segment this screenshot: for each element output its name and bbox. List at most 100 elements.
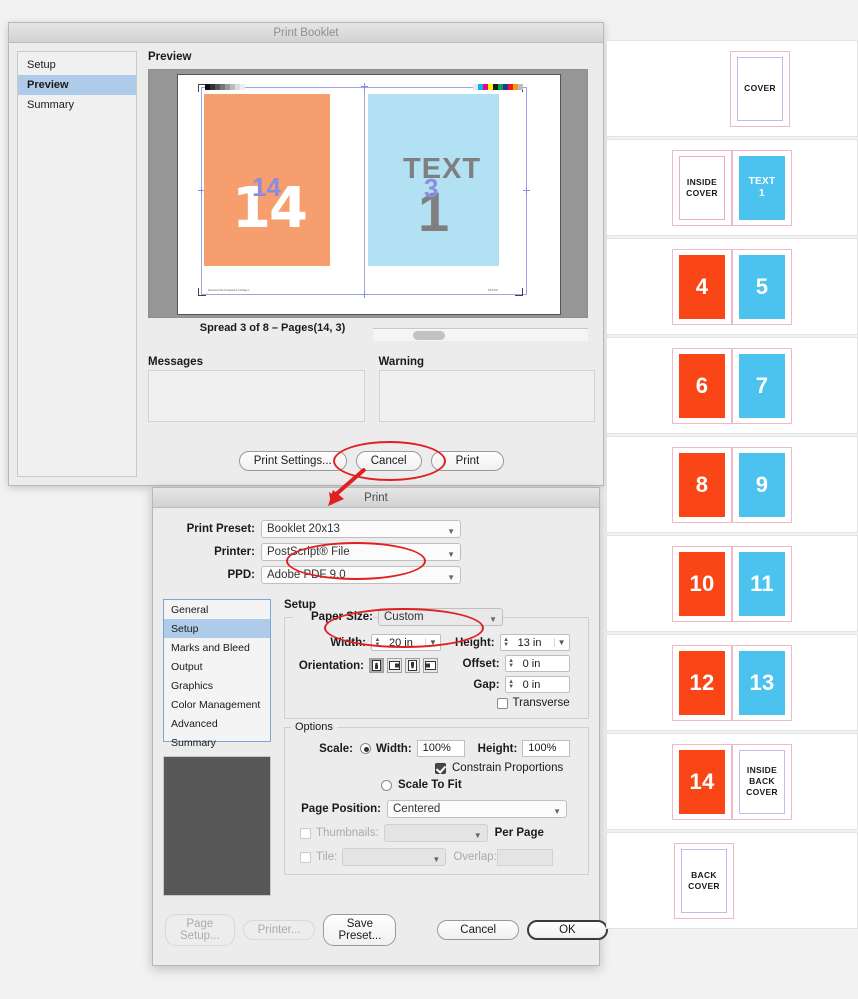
chevron-down-icon[interactable]: ▼: [554, 638, 569, 647]
spread-thumbnail[interactable]: 12 13: [672, 645, 792, 721]
spread-thumbnail[interactable]: 8 9: [672, 447, 792, 523]
print-nav-output[interactable]: Output: [164, 657, 270, 676]
spread-row[interactable]: 10 11: [606, 535, 858, 632]
gap-stepper[interactable]: ▲▼ 0 in: [505, 676, 570, 693]
paper-size-label: Paper Size:: [293, 611, 373, 623]
page-label: INSIDE COVER: [679, 156, 725, 220]
height-label: Height:: [455, 637, 495, 649]
spread-row[interactable]: COVER: [606, 40, 858, 137]
print-nav-color-management[interactable]: Color Management: [164, 695, 270, 714]
page-label: TEXT 1: [739, 156, 785, 220]
scale-to-fit-label: Scale To Fit: [398, 779, 462, 791]
printer-button[interactable]: Printer...: [243, 920, 316, 940]
booklet-nav-list[interactable]: Setup Preview Summary: [17, 51, 137, 477]
print-preset-select[interactable]: Booklet 20x13 ▼: [261, 520, 461, 538]
page-position-select[interactable]: Centered ▼: [387, 800, 567, 818]
print-nav-advanced[interactable]: Advanced: [164, 714, 270, 733]
booklet-cancel-button[interactable]: Cancel: [356, 451, 422, 471]
constrain-proportions-label: Constrain Proportions: [452, 762, 563, 774]
width-stepper[interactable]: ▲▼ 20 in ▼: [371, 634, 441, 651]
page-sheet: INSIDE COVER: [672, 150, 732, 226]
tile-select[interactable]: ▼: [342, 848, 446, 866]
ppd-row: PPD: Adobe PDF 9.0 ▼: [153, 566, 579, 584]
save-preset-button[interactable]: Save Preset...: [323, 914, 396, 946]
height-stepper[interactable]: ▲▼ 13 in ▼: [500, 634, 570, 651]
stepper-arrows-icon[interactable]: ▲▼: [372, 638, 383, 648]
overlap-input[interactable]: [497, 849, 553, 866]
booklet-print-button[interactable]: Print: [431, 451, 505, 471]
chevron-down-icon: ▼: [447, 524, 455, 540]
print-ok-button[interactable]: OK: [527, 920, 608, 940]
landscape-left-icon: [389, 661, 400, 670]
preview-right-overlay-number: 3: [424, 173, 438, 204]
print-nav-summary[interactable]: Summary: [164, 733, 270, 752]
printer-select[interactable]: PostScript® File ▼: [261, 543, 461, 561]
print-nav-graphics[interactable]: Graphics: [164, 676, 270, 695]
scale-to-fit-radio[interactable]: [381, 780, 392, 791]
orientation-portrait-button[interactable]: [369, 658, 384, 673]
page-label: 4: [679, 255, 725, 319]
page-label: 7: [739, 354, 785, 418]
ppd-select[interactable]: Adobe PDF 9.0 ▼: [261, 566, 461, 584]
chevron-down-icon[interactable]: ▼: [425, 638, 440, 647]
page-setup-button[interactable]: Page Setup...: [165, 914, 235, 946]
width-label: Width:: [330, 637, 366, 649]
thumbnails-label: Thumbnails:: [316, 827, 379, 839]
spread-thumbnail[interactable]: 6 7: [672, 348, 792, 424]
spread-thumbnail[interactable]: COVER: [730, 51, 790, 127]
booklet-nav-setup[interactable]: Setup: [18, 55, 136, 75]
preview-caption: Spread 3 of 8 – Pages(14, 3): [148, 322, 397, 334]
booklet-spread-strip[interactable]: COVER INSIDE COVER TEXT 1 4 5 6 7 8 9: [606, 40, 858, 960]
stepper-arrows-icon[interactable]: ▲▼: [506, 680, 517, 690]
thumbnails-per-page-select[interactable]: ▼: [384, 824, 488, 842]
page-label: 5: [739, 255, 785, 319]
chevron-down-icon: ▼: [447, 547, 455, 563]
spread-row[interactable]: BACK COVER: [606, 832, 858, 929]
print-preset-label: Print Preset:: [153, 523, 261, 535]
scale-width-input[interactable]: 100%: [417, 740, 465, 757]
print-nav-list[interactable]: General Setup Marks and Bleed Output Gra…: [163, 599, 271, 742]
page-label: 9: [739, 453, 785, 517]
registration-mark: [361, 83, 368, 90]
scrollbar-thumb[interactable]: [413, 331, 445, 340]
page-sheet: 10: [672, 546, 732, 622]
page-label: 12: [679, 651, 725, 715]
spread-row[interactable]: 8 9: [606, 436, 858, 533]
paper-size-value: Custom: [384, 611, 424, 623]
spread-thumbnail[interactable]: 14 INSIDE BACK COVER: [672, 744, 792, 820]
spread-thumbnail[interactable]: 10 11: [672, 546, 792, 622]
print-booklet-dialog: Print Booklet Setup Preview Summary Prev…: [8, 22, 604, 486]
stepper-arrows-icon[interactable]: ▲▼: [506, 659, 517, 669]
spread-row[interactable]: 14 INSIDE BACK COVER: [606, 733, 858, 830]
preview-horizontal-scrollbar[interactable]: [373, 328, 588, 341]
spread-row[interactable]: 6 7: [606, 337, 858, 434]
print-nav-marks-and-bleed[interactable]: Marks and Bleed: [164, 638, 270, 657]
scale-height-input[interactable]: 100%: [522, 740, 570, 757]
page-label: 13: [739, 651, 785, 715]
spread-thumbnail[interactable]: BACK COVER: [674, 843, 734, 919]
spread-thumbnail[interactable]: INSIDE COVER TEXT 1: [672, 150, 792, 226]
thumbnails-checkbox[interactable]: [300, 828, 311, 839]
print-cancel-button[interactable]: Cancel: [437, 920, 519, 940]
print-nav-setup[interactable]: Setup: [164, 619, 270, 638]
booklet-nav-preview[interactable]: Preview: [18, 75, 136, 95]
page-sheet: 4: [672, 249, 732, 325]
booklet-preview-canvas[interactable]: Document Title 14 Spread 3 of 8 Page 1 3…: [148, 69, 588, 318]
scale-custom-radio[interactable]: [360, 743, 371, 754]
spread-row[interactable]: 12 13: [606, 634, 858, 731]
spread-thumbnail[interactable]: 4 5: [672, 249, 792, 325]
orientation-landscape-left-button[interactable]: [387, 658, 402, 673]
offset-stepper[interactable]: ▲▼ 0 in: [505, 655, 570, 672]
stepper-arrows-icon[interactable]: ▲▼: [501, 638, 512, 648]
constrain-proportions-checkbox[interactable]: [435, 763, 446, 774]
print-nav-general[interactable]: General: [164, 600, 270, 619]
spread-row[interactable]: INSIDE COVER TEXT 1: [606, 139, 858, 236]
spread-row[interactable]: 4 5: [606, 238, 858, 335]
orientation-landscape-right-button[interactable]: [423, 658, 438, 673]
tile-checkbox[interactable]: [300, 852, 311, 863]
orientation-portrait-flipped-button[interactable]: [405, 658, 420, 673]
paper-size-select[interactable]: Custom ▼: [378, 608, 503, 626]
transverse-checkbox[interactable]: [497, 698, 508, 709]
booklet-nav-summary[interactable]: Summary: [18, 95, 136, 115]
print-settings-button[interactable]: Print Settings...: [239, 451, 347, 471]
